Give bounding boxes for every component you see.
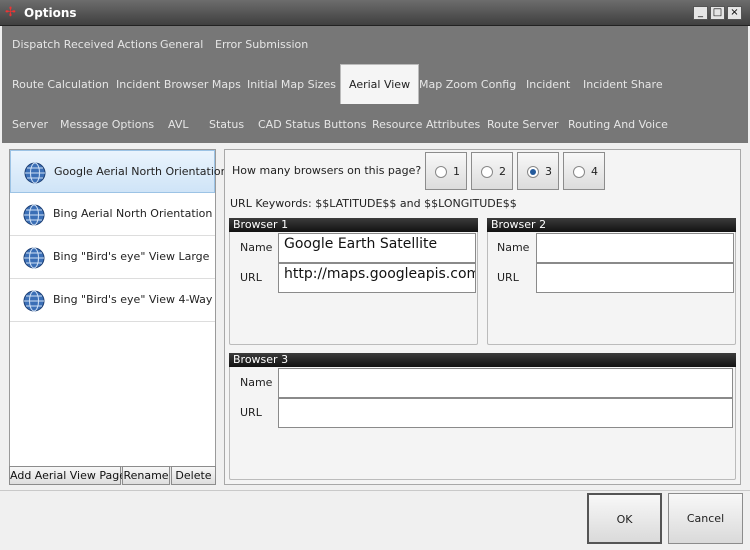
- tab-general[interactable]: General: [152, 26, 211, 64]
- url-label: URL: [497, 271, 519, 284]
- ok-button[interactable]: OK: [587, 493, 662, 544]
- browser-count-option-3[interactable]: 3: [517, 152, 559, 190]
- browser-count-option-1[interactable]: 1: [425, 152, 467, 190]
- option-label: 1: [453, 165, 460, 178]
- browser-1-header: Browser 1: [229, 218, 478, 232]
- list-item-google-aerial[interactable]: Google Aerial North Orientation: [10, 150, 228, 193]
- list-item-bing-aerial[interactable]: Bing Aerial North Orientation: [10, 193, 215, 236]
- url-keywords-hint: URL Keywords: $$LATITUDE$$ and $$LONGITU…: [230, 197, 517, 210]
- list-item-label: Bing "Bird's eye" View Large: [53, 250, 210, 263]
- browser-2-header: Browser 2: [487, 218, 736, 232]
- browser-3-header: Browser 3: [229, 353, 736, 367]
- tab-incident[interactable]: Incident: [518, 66, 578, 104]
- radio-icon: [481, 166, 493, 178]
- tab-map-zoom-config[interactable]: Map Zoom Config: [411, 66, 524, 104]
- globe-icon: [23, 290, 45, 312]
- tab-dispatch-received-actions[interactable]: Dispatch Received Actions: [4, 26, 166, 64]
- delete-button[interactable]: Delete: [171, 466, 216, 485]
- rename-button[interactable]: Rename: [122, 466, 170, 485]
- tab-incident-browser-maps[interactable]: Incident Browser Maps: [108, 66, 249, 104]
- tab-status[interactable]: Status: [201, 106, 252, 144]
- browser-1-url-field[interactable]: http://maps.googleapis.com: [278, 263, 476, 293]
- tab-routing-and-voice[interactable]: Routing And Voice: [560, 106, 676, 144]
- option-label: 4: [591, 165, 598, 178]
- browser-3-url-field[interactable]: [278, 398, 733, 428]
- radio-selected-icon: [527, 166, 539, 178]
- add-aerial-view-page-button[interactable]: Add Aerial View Page: [9, 466, 126, 485]
- tab-error-submission[interactable]: Error Submission: [207, 26, 316, 64]
- name-label: Name: [497, 241, 530, 254]
- list-item-label: Bing Aerial North Orientation: [53, 207, 213, 220]
- tab-server[interactable]: Server: [4, 106, 56, 144]
- option-label: 2: [499, 165, 506, 178]
- tab-initial-map-sizes[interactable]: Initial Map Sizes: [239, 66, 344, 104]
- url-label: URL: [240, 271, 262, 284]
- tab-route-calculation[interactable]: Route Calculation: [4, 66, 117, 104]
- tab-route-server[interactable]: Route Server: [479, 106, 567, 144]
- name-label: Name: [240, 376, 273, 389]
- tab-avl[interactable]: AVL: [160, 106, 196, 144]
- browser-3-name-field[interactable]: [278, 368, 733, 398]
- aerial-view-page-list: Google Aerial North Orientation Bing Aer…: [9, 149, 228, 485]
- name-label: Name: [240, 241, 273, 254]
- radio-icon: [435, 166, 447, 178]
- minimize-button[interactable]: _: [693, 6, 708, 20]
- radio-icon: [573, 166, 585, 178]
- tab-incident-share[interactable]: Incident Share: [575, 66, 671, 104]
- globe-icon: [23, 247, 45, 269]
- browser-count-option-4[interactable]: 4: [563, 152, 605, 190]
- list-item-bing-birdseye-large[interactable]: Bing "Bird's eye" View Large: [10, 236, 215, 279]
- maximize-button[interactable]: □: [710, 6, 725, 20]
- tab-message-options[interactable]: Message Options: [52, 106, 162, 144]
- browser-count-option-2[interactable]: 2: [471, 152, 513, 190]
- tab-strip: Dispatch Received Actions General Error …: [2, 26, 748, 143]
- tab-cad-status-buttons[interactable]: CAD Status Buttons: [250, 106, 374, 144]
- cancel-button[interactable]: Cancel: [668, 493, 743, 544]
- close-button[interactable]: ×: [727, 6, 742, 20]
- tab-resource-attributes[interactable]: Resource Attributes: [364, 106, 488, 144]
- app-icon: ✢: [5, 5, 16, 20]
- url-label: URL: [240, 406, 262, 419]
- list-item-bing-birdseye-4way[interactable]: Bing "Bird's eye" View 4-Way: [10, 279, 215, 322]
- window-title: Options: [24, 6, 77, 20]
- globe-icon: [23, 204, 45, 226]
- browser-2-url-field[interactable]: [536, 263, 734, 293]
- browser-count-question: How many browsers on this page?: [232, 164, 422, 177]
- list-item-label: Bing "Bird's eye" View 4-Way: [53, 293, 213, 306]
- title-bar: ✢ Options _ □ ×: [0, 0, 750, 26]
- browser-2-name-field[interactable]: [536, 233, 734, 263]
- list-item-label: Google Aerial North Orientation: [54, 165, 228, 178]
- browser-1-name-field[interactable]: Google Earth Satellite: [278, 233, 476, 263]
- globe-icon: [24, 162, 46, 184]
- option-label: 3: [545, 165, 552, 178]
- tab-aerial-view[interactable]: Aerial View: [340, 64, 420, 104]
